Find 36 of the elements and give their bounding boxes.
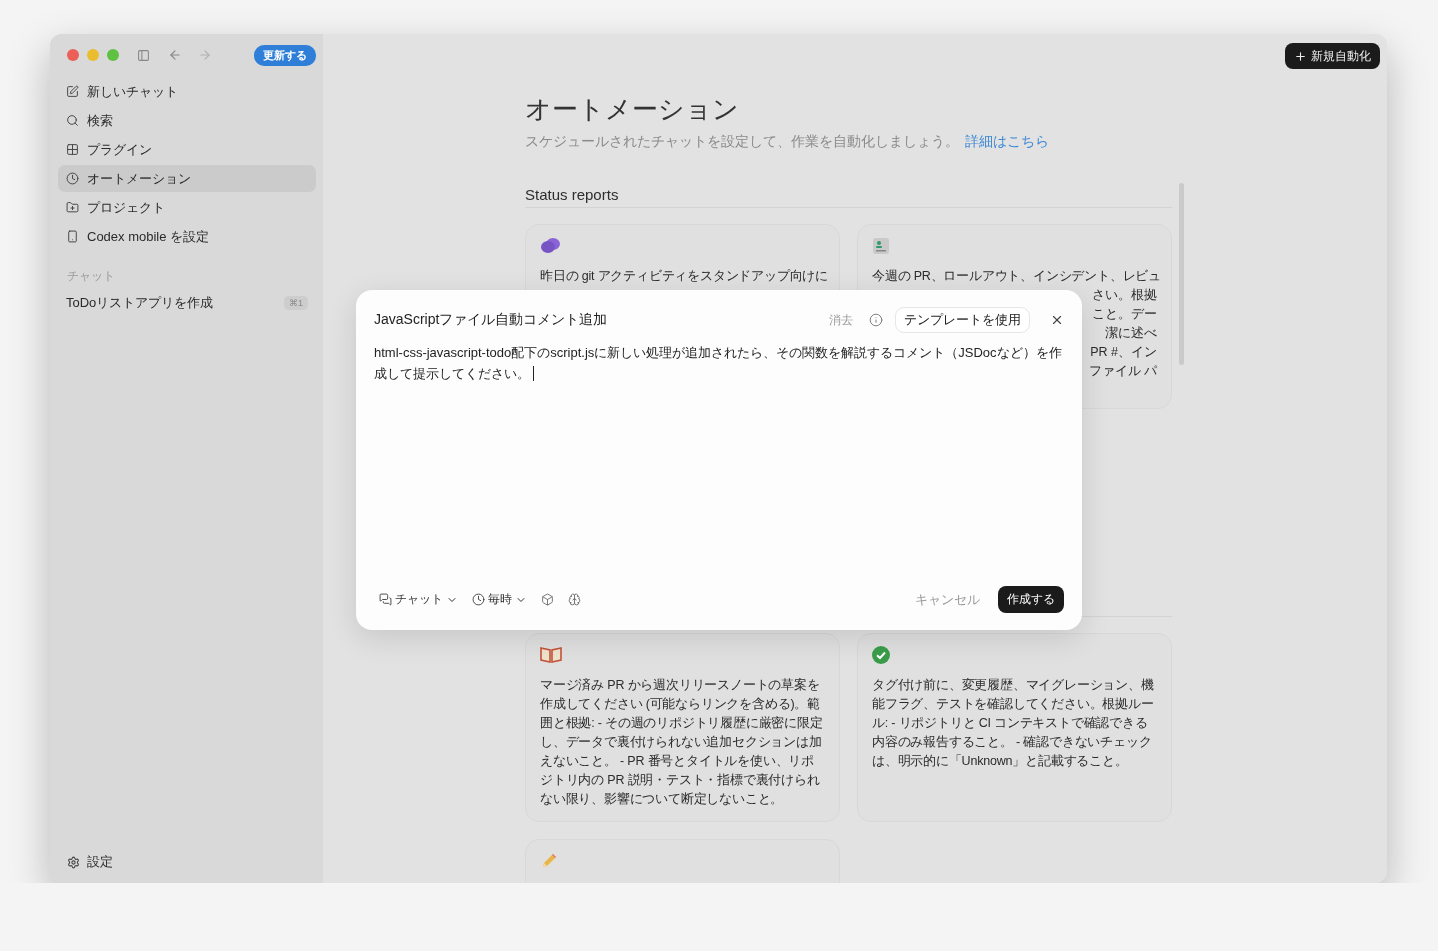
chat-item[interactable]: ToDoリストアプリを作成 [66, 294, 214, 312]
shortcut-badge: ⌘1 [284, 296, 308, 310]
sidebar-item-label: オートメーション [87, 169, 191, 188]
sidebar-item-label: 新しいチャット [87, 82, 178, 101]
page-title: オートメーション [525, 93, 740, 126]
sidebar-item[interactable]: 新しいチャット [58, 78, 316, 105]
card-text: 昨日の git アクティビティをスタンドアップ向けに [540, 268, 829, 285]
sidebar-item[interactable]: プロジェクト [58, 194, 316, 221]
card-text: PR #、イン [1090, 344, 1157, 361]
sidebar-item[interactable]: Codex mobile を設定 [58, 223, 316, 250]
template-card[interactable]: マージ済み PR から週次リリースノートの草案を作成してください (可能ならリンクを含める)。範囲と根拠: - その週のリポジトリ履歴に厳密に限定し、データで裏付けられない追加セクションは加えないこと。 - PR 番号とタイトルを使い、リポジトリ内の PR 説明・テスト・指標で裏付けられない限り、影響について断定しないこと。 [525, 633, 840, 822]
new-automation-button[interactable]: 新規自動化 [1285, 43, 1380, 69]
template-card[interactable]: タグ付け前に、変更履歴、マイグレーション、機能フラグ、テストを確認してください。根拠ルール: - リポジトリと CI コンテキストで確認できる内容のみ報告すること。 - 確認できないチェックは、明示的に「Unknown」と記載すること。 [857, 633, 1172, 822]
card-text: タグ付け前に、変更履歴、マイグレーション、機能フラグ、テストを確認してください。根拠ルール: - リポジトリと CI コンテキストで確認できる内容のみ報告すること。 - 確認できないチェックは、明示的に「Unknown」と記載すること。 [872, 677, 1155, 770]
card-text: こと。デー [1092, 306, 1157, 323]
card-text: ファイル パ [1088, 363, 1157, 380]
card-text: 今週の PR、ロールアウト、インシデント、レビュ [872, 268, 1163, 285]
sidebar-item[interactable]: オートメーション [58, 165, 316, 192]
create-button[interactable]: 作成する [998, 586, 1064, 613]
section-heading: Status reports [525, 185, 619, 203]
sidebar-item-label: プラグイン [87, 140, 152, 159]
sidebar-item[interactable]: プラグイン [58, 136, 316, 163]
schedule-dropdown[interactable]: 毎時 [472, 591, 527, 608]
dialog-title: JavaScriptファイル自動コメント追加 [374, 311, 608, 329]
card-text: さい。根拠 [1092, 287, 1157, 304]
sidebar-item-label: Codex mobile を設定 [87, 227, 210, 246]
sidebar-item-label: 検索 [87, 111, 113, 130]
sidebar-item[interactable]: 検索 [58, 107, 316, 134]
mode-dropdown[interactable]: チャット [379, 591, 458, 608]
page-subtitle: スケジュールされたチャットを設定して、作業を自動化しましょう。 [525, 133, 959, 149]
settings-link[interactable]: 設定 [87, 853, 113, 871]
card-text: マージ済み PR から週次リリースノートの草案を作成してください (可能ならリンクを含める)。範囲と根拠: - その週のリポジトリ履歴に厳密に限定し、データで裏付けられない追加セクションは加えないこと。 - PR 番号とタイトルを使い、リポジトリ内の PR 説明・テスト・指標で裏付けられない限り、影響について断定しないこと。 [540, 677, 824, 808]
use-template-button[interactable]: テンプレートを使用 [895, 307, 1030, 333]
update-button[interactable]: 更新する [254, 44, 316, 66]
card-text: 潔に述べ [1105, 325, 1157, 342]
sidebar-item-label: プロジェクト [87, 198, 165, 217]
